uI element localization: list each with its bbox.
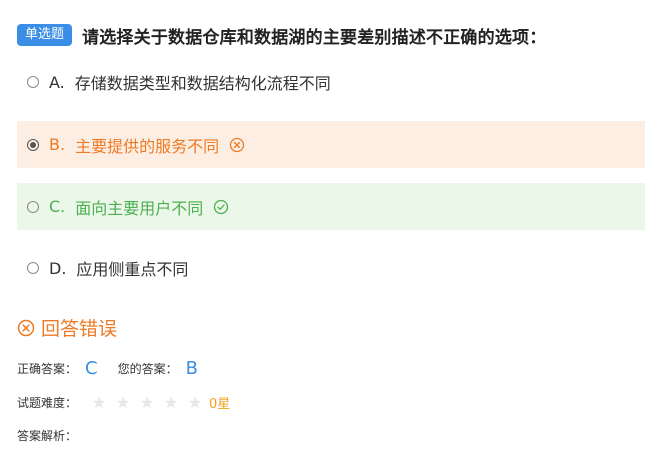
analysis-row: 答案解析： xyxy=(17,423,77,447)
question-type-badge: 单选题 xyxy=(17,24,73,46)
question-title: 请选择关于数据仓库和数据湖的主要差别描述不正确的选项： xyxy=(82,27,547,48)
option-d-text: 应用侧重点不同 xyxy=(76,260,189,279)
difficulty-label: 试题难度： xyxy=(17,395,78,410)
option-c-text: 面向主要用户不同 xyxy=(75,198,204,218)
circle-x-icon xyxy=(17,319,35,336)
circle-x-icon xyxy=(229,137,245,153)
option-d-radio[interactable] xyxy=(27,262,39,274)
question-header: 单选题 请选择关于数据仓库和数据湖的主要差别描述不正确的选项： xyxy=(17,22,546,48)
star-icon: ★ xyxy=(163,392,179,412)
option-b[interactable]: B. 主要提供的服务不同 xyxy=(17,121,645,168)
option-c-radio[interactable] xyxy=(27,200,39,213)
circle-check-icon xyxy=(213,199,229,215)
difficulty-stars: ★ ★ ★ ★ ★ xyxy=(87,393,207,412)
your-answer-label: 您的答案： xyxy=(117,361,178,376)
option-b-text: 主要提供的服务不同 xyxy=(75,136,220,156)
star-icon: ★ xyxy=(139,392,155,412)
answer-result: 回答错误 xyxy=(17,314,117,341)
option-a[interactable]: A. 存储数据类型和数据结构化流程不同 xyxy=(17,62,645,102)
difficulty-rating-text: 0星 xyxy=(209,396,231,412)
difficulty-row: 试题难度： ★ ★ ★ ★ ★ 0星 xyxy=(17,390,230,414)
correct-answer-label: 正确答案： xyxy=(17,361,78,376)
analysis-label: 答案解析： xyxy=(17,428,78,443)
option-b-radio[interactable] xyxy=(27,138,39,151)
result-text: 回答错误 xyxy=(41,318,118,340)
star-icon: ★ xyxy=(115,392,131,412)
answers-row: 正确答案： C 您的答案： B xyxy=(17,355,218,381)
star-icon: ★ xyxy=(187,392,203,412)
your-answer-value: B xyxy=(185,357,198,379)
option-b-letter: B. xyxy=(49,135,66,154)
star-icon: ★ xyxy=(91,392,107,412)
option-a-radio[interactable] xyxy=(27,76,39,88)
option-c-letter: C. xyxy=(49,197,66,216)
correct-answer-value: C xyxy=(85,357,98,379)
option-d-letter: D. xyxy=(49,258,67,278)
option-a-letter: A. xyxy=(49,72,65,92)
option-a-text: 存储数据类型和数据结构化流程不同 xyxy=(74,74,331,93)
option-d[interactable]: D. 应用侧重点不同 xyxy=(17,248,645,288)
option-c[interactable]: C. 面向主要用户不同 xyxy=(17,183,645,230)
